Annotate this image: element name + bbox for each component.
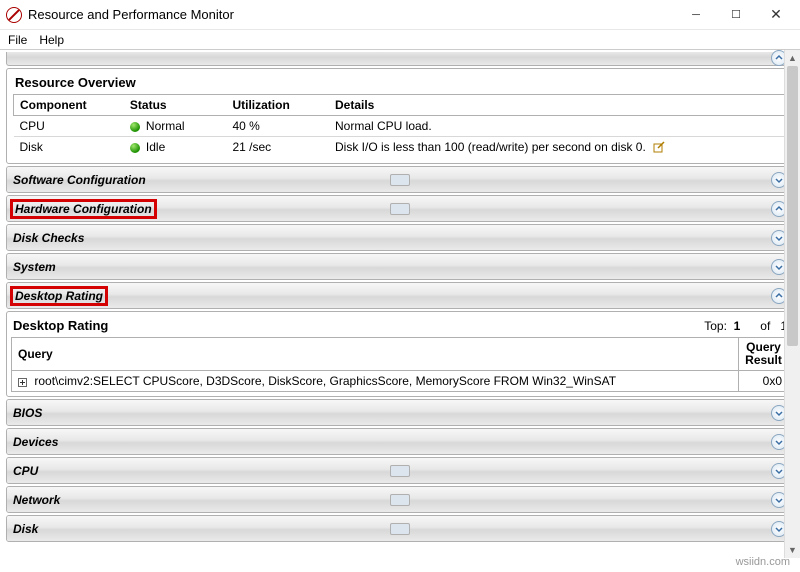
section-network[interactable]: Network (6, 486, 794, 513)
cell-status: Normal (124, 116, 227, 137)
col-query-result: QueryResult (739, 338, 789, 371)
app-icon (6, 7, 22, 23)
expand-row-icon[interactable] (18, 378, 27, 387)
col-component: Component (14, 95, 124, 116)
resource-overview-table: Component Status Utilization Details CPU… (13, 94, 787, 157)
col-utilization: Utilization (226, 95, 329, 116)
cell-details: Normal CPU load. (329, 116, 787, 137)
section-performance[interactable] (6, 52, 794, 66)
titlebar: Resource and Performance Monitor ─ ☐ ✕ (0, 0, 800, 30)
table-row: Disk Idle 21 /sec Disk I/O is less than … (14, 137, 787, 158)
cell-utilization: 21 /sec (226, 137, 329, 158)
section-software-configuration[interactable]: Software Configuration (6, 166, 794, 193)
close-button[interactable]: ✕ (756, 3, 796, 27)
section-label: Software Configuration (13, 173, 146, 187)
section-label: CPU (13, 464, 38, 478)
section-cpu[interactable]: CPU (6, 457, 794, 484)
table-row: root\cimv2:SELECT CPUScore, D3DScore, Di… (12, 371, 789, 392)
cell-component: CPU (14, 116, 124, 137)
col-status: Status (124, 95, 227, 116)
section-desktop-rating[interactable]: Desktop Rating (6, 282, 794, 309)
cell-details: Disk I/O is less than 100 (read/write) p… (329, 137, 787, 158)
section-glyph-icon (390, 174, 410, 186)
pager: Top: 1 of 1 (704, 319, 787, 333)
menubar: File Help (0, 30, 800, 50)
col-details: Details (329, 95, 787, 116)
section-disk-checks[interactable]: Disk Checks (6, 224, 794, 251)
cell-query: root\cimv2:SELECT CPUScore, D3DScore, Di… (12, 371, 739, 392)
cell-utilization: 40 % (226, 116, 329, 137)
section-system[interactable]: System (6, 253, 794, 280)
section-label: Devices (13, 435, 58, 449)
resource-overview-panel: Resource Overview Component Status Utili… (6, 68, 794, 164)
section-label: Network (13, 493, 60, 507)
section-hardware-configuration[interactable]: Hardware Configuration (6, 195, 794, 222)
section-glyph-icon (390, 465, 410, 477)
section-disk[interactable]: Disk (6, 515, 794, 542)
section-glyph-icon (390, 523, 410, 535)
section-bios[interactable]: BIOS (6, 399, 794, 426)
window-title: Resource and Performance Monitor (28, 7, 676, 22)
cell-query-result: 0x0 (739, 371, 789, 392)
desktop-rating-title: Desktop Rating (13, 318, 108, 333)
status-dot-icon (130, 143, 140, 153)
desktop-rating-panel: Desktop Rating Top: 1 of 1 Query QueryRe… (6, 311, 794, 397)
section-glyph-icon (390, 203, 410, 215)
section-label: Disk Checks (13, 231, 84, 245)
menu-help[interactable]: Help (39, 33, 64, 47)
scroll-area: Resource Overview Component Status Utili… (0, 50, 800, 572)
vertical-scrollbar[interactable]: ▲ ▼ (784, 50, 800, 558)
section-label: Desktop Rating (10, 286, 108, 306)
scroll-thumb[interactable] (787, 66, 798, 346)
edit-icon[interactable] (653, 141, 665, 153)
maximize-button[interactable]: ☐ (716, 3, 756, 27)
section-devices[interactable]: Devices (6, 428, 794, 455)
section-label: Disk (13, 522, 38, 536)
desktop-rating-table: Query QueryResult root\cimv2:SELECT CPUS… (11, 337, 789, 392)
cell-status: Idle (124, 137, 227, 158)
status-dot-icon (130, 122, 140, 132)
minimize-button[interactable]: ─ (676, 3, 716, 27)
scroll-up-icon[interactable]: ▲ (785, 50, 800, 66)
section-label: Hardware Configuration (10, 199, 157, 219)
table-row: CPU Normal 40 % Normal CPU load. (14, 116, 787, 137)
cell-component: Disk (14, 137, 124, 158)
section-glyph-icon (390, 494, 410, 506)
section-label: System (13, 260, 56, 274)
menu-file[interactable]: File (8, 33, 27, 47)
section-label: BIOS (13, 406, 42, 420)
watermark: wsiidn.com (736, 556, 790, 568)
col-query: Query (12, 338, 739, 371)
resource-overview-title: Resource Overview (15, 75, 787, 90)
